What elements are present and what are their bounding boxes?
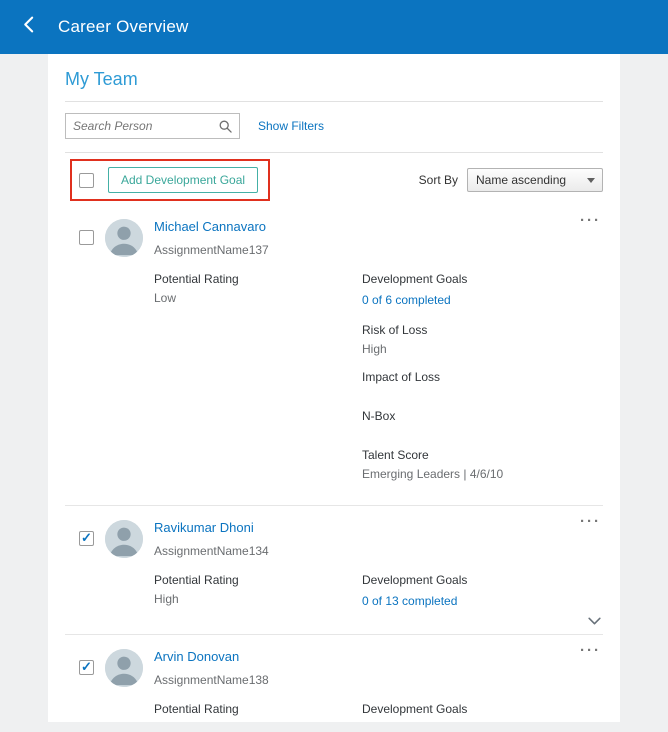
- avatar: [105, 520, 143, 558]
- select-all-checkbox[interactable]: [79, 172, 94, 188]
- sort-area: Sort By Name ascending: [419, 168, 603, 192]
- talent-score-label: Talent Score: [362, 448, 429, 462]
- section-title: My Team: [65, 69, 138, 89]
- overflow-menu-button[interactable]: ···: [580, 514, 601, 529]
- person-icon: [105, 219, 143, 257]
- development-goals-label: Development Goals: [362, 272, 468, 286]
- development-goals-link[interactable]: 0 of 13 completed: [362, 594, 457, 608]
- potential-rating-label: Potential Rating: [154, 702, 239, 716]
- person-icon: [105, 649, 143, 687]
- member-name-link[interactable]: Arvin Donovan: [154, 649, 239, 664]
- member-checkbox[interactable]: [79, 230, 94, 245]
- search-row: Show Filters: [65, 102, 603, 153]
- risk-of-loss-label: Risk of Loss: [362, 323, 428, 337]
- team-member-row: Ravikumar Dhoni AssignmentName134 Potent…: [65, 506, 603, 635]
- n-box-value: [362, 428, 589, 434]
- sort-select-wrap: Name ascending: [467, 168, 603, 192]
- person-icon: [105, 520, 143, 558]
- overflow-menu-button[interactable]: ···: [580, 643, 601, 658]
- member-assignment: AssignmentName134: [154, 544, 269, 558]
- development-goals-label: Development Goals: [362, 573, 468, 587]
- avatar: [105, 649, 143, 687]
- member-details: Arvin Donovan AssignmentName138 Potentia…: [154, 647, 589, 722]
- search-icon[interactable]: [219, 120, 232, 133]
- add-goal-group: Add Development Goal: [70, 159, 271, 201]
- team-member-row: Michael Cannavaro AssignmentName137 Pote…: [65, 205, 603, 506]
- member-name-link[interactable]: Michael Cannavaro: [154, 219, 266, 234]
- action-row: Add Development Goal Sort By Name ascend…: [65, 153, 603, 205]
- development-goals-label: Development Goals: [362, 702, 468, 716]
- member-details: Ravikumar Dhoni AssignmentName134 Potent…: [154, 518, 589, 624]
- potential-rating-label: Potential Rating: [154, 272, 239, 286]
- member-assignment: AssignmentName138: [154, 673, 269, 687]
- talent-score-value: Emerging Leaders | 4/6/10: [362, 467, 504, 481]
- search-input[interactable]: [73, 119, 219, 133]
- chevron-left-icon: [21, 16, 38, 38]
- member-checkbox[interactable]: [79, 530, 94, 546]
- overflow-menu-button[interactable]: ···: [580, 213, 601, 228]
- search-box: [65, 113, 240, 139]
- add-development-goal-button[interactable]: Add Development Goal: [108, 167, 259, 193]
- member-assignment: AssignmentName137: [154, 243, 269, 257]
- sort-select[interactable]: Name ascending: [467, 168, 603, 192]
- potential-rating-value: High: [154, 592, 179, 606]
- potential-rating-label: Potential Rating: [154, 573, 239, 587]
- chevron-down-icon[interactable]: [588, 617, 601, 625]
- n-box-label: N-Box: [362, 409, 396, 423]
- potential-rating-value: Low: [154, 291, 177, 305]
- member-fields: Potential Rating Low Development Goals 0…: [154, 272, 589, 495]
- show-filters-link[interactable]: Show Filters: [258, 119, 324, 133]
- impact-of-loss-label: Impact of Loss: [362, 370, 441, 384]
- member-name-link[interactable]: Ravikumar Dhoni: [154, 520, 254, 535]
- impact-of-loss-value: [362, 389, 589, 395]
- member-checkbox[interactable]: [79, 659, 94, 675]
- page-title: Career Overview: [58, 17, 189, 36]
- potential-rating-value: Medium: [154, 721, 362, 722]
- member-details: Michael Cannavaro AssignmentName137 Pote…: [154, 217, 589, 495]
- member-fields: Potential Rating Medium Development Goal…: [154, 702, 589, 722]
- app-header: Career Overview: [0, 0, 668, 54]
- sort-by-label: Sort By: [418, 173, 458, 187]
- avatar: [105, 219, 143, 257]
- member-fields: Potential Rating High Development Goals …: [154, 573, 589, 624]
- risk-of-loss-value: High: [362, 342, 387, 356]
- back-button[interactable]: [14, 12, 44, 42]
- team-member-row: Arvin Donovan AssignmentName138 Potentia…: [65, 635, 603, 722]
- content-card: My Team Show Filters Add Development Goa…: [48, 54, 620, 722]
- development-goals-link[interactable]: 0 of 6 completed: [362, 293, 451, 307]
